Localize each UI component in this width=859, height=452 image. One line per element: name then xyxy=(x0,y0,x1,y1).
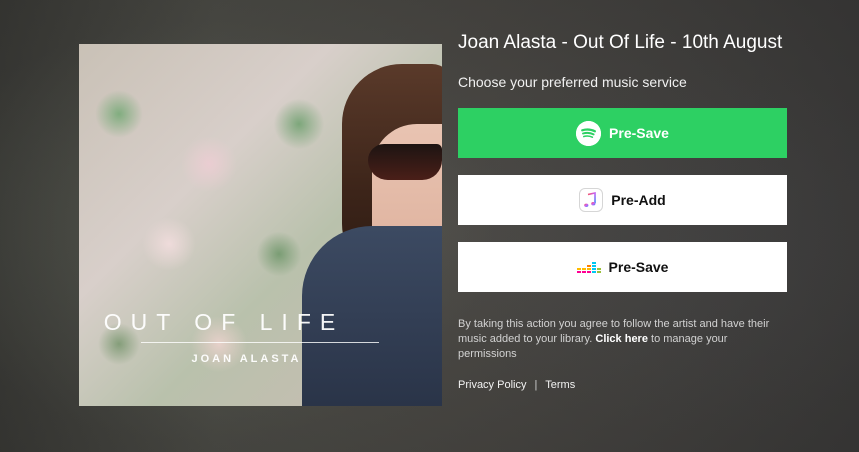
terms-link[interactable]: Terms xyxy=(545,379,575,391)
cover-photo-person xyxy=(302,44,442,406)
deezer-button-label: Pre-Save xyxy=(608,259,669,275)
cover-title: OUT OF LIFE xyxy=(103,309,345,335)
album-cover: OUT OF LIFE JOAN ALASTA xyxy=(79,44,442,406)
presave-panel: Joan Alasta - Out Of Life - 10th August … xyxy=(458,28,788,391)
deezer-presave-button[interactable]: Pre-Save xyxy=(458,242,787,292)
apple-music-icon xyxy=(579,188,604,212)
spotify-icon xyxy=(576,120,602,146)
spotify-presave-button[interactable]: Pre-Save xyxy=(458,108,787,158)
cover-artist: JOAN ALASTA xyxy=(191,353,302,365)
cover-sunglasses xyxy=(368,144,442,180)
spotify-button-label: Pre-Save xyxy=(609,125,669,141)
apple-music-button-label: Pre-Add xyxy=(611,192,666,208)
service-prompt: Choose your preferred music service xyxy=(458,74,687,90)
release-title: Joan Alasta - Out Of Life - 10th August xyxy=(458,32,783,53)
footer-links: Privacy Policy | Terms xyxy=(458,379,788,391)
cover-divider xyxy=(141,342,379,343)
permissions-link[interactable]: Click here xyxy=(595,333,648,345)
apple-music-preadd-button[interactable]: Pre-Add xyxy=(458,175,787,225)
privacy-policy-link[interactable]: Privacy Policy xyxy=(458,379,526,391)
footer-separator: | xyxy=(534,379,538,391)
deezer-icon xyxy=(576,260,601,274)
legal-notice: By taking this action you agree to follo… xyxy=(458,317,788,362)
